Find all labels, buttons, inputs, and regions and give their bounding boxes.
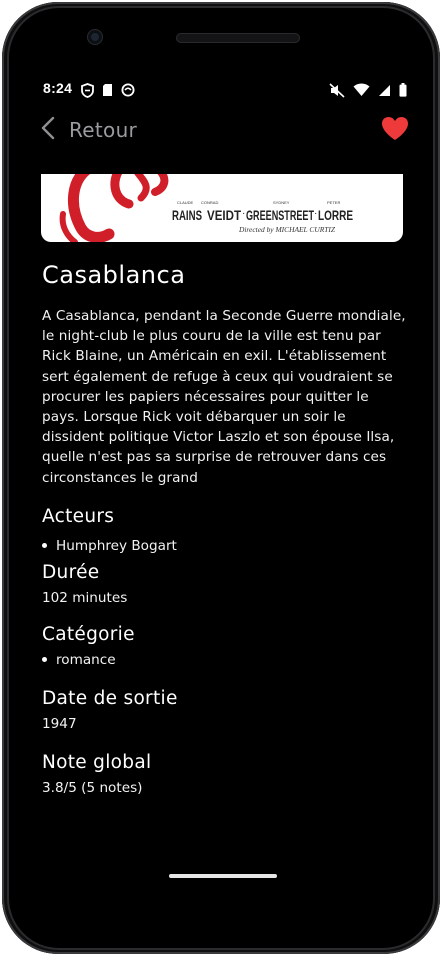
duration-heading: Durée — [42, 561, 100, 583]
movie-details: Casablanca A Casablanca, pendant la Seco… — [42, 258, 406, 798]
actor-name: Humphrey Bogart — [56, 537, 177, 554]
back-label: Retour — [69, 118, 138, 142]
wifi-icon — [353, 83, 370, 97]
status-left-icons — [81, 82, 135, 98]
duration-value: 102 minutes — [42, 589, 128, 606]
poster-credit-first-4: PETER — [327, 200, 340, 205]
phone-frame: 8:24 Retour CLAUDE CONRAD SYDNEY PETER R… — [2, 2, 440, 954]
poster-director-credit: Directed by MICHAEL CURTIZ — [238, 226, 335, 234]
mute-icon — [329, 82, 345, 98]
poster-artwork: CLAUDE CONRAD SYDNEY PETER RAINS VEIDT G… — [59, 174, 353, 242]
bullet-icon — [42, 657, 47, 663]
battery-icon — [399, 83, 407, 97]
earpiece-speaker — [176, 33, 300, 43]
actors-heading: Acteurs — [42, 505, 115, 527]
shield-icon — [81, 82, 94, 98]
movie-title: Casablanca — [42, 261, 186, 289]
poster-credit-first-2: CONRAD — [201, 200, 218, 205]
poster-credit-name-1: RAINS — [172, 207, 202, 223]
category-heading: Catégorie — [42, 623, 135, 645]
category-name: romance — [56, 651, 116, 668]
poster-credit-name-3: GREENSTREET — [246, 207, 314, 223]
front-camera — [88, 30, 102, 44]
heart-icon — [381, 116, 409, 145]
svg-text:·: · — [314, 208, 317, 219]
app-screen: 8:24 Retour CLAUDE CONRAD SYDNEY PETER R… — [19, 68, 429, 906]
poster-credit-name-2: VEIDT — [207, 207, 241, 223]
bullet-icon — [42, 543, 47, 549]
rating-heading: Note global — [42, 751, 152, 773]
rating-value: 3.8/5 (5 notes) — [42, 779, 143, 796]
sd-card-icon — [102, 83, 113, 97]
back-button[interactable]: Retour — [41, 112, 137, 148]
home-indicator[interactable] — [169, 874, 277, 878]
actor-list-item: Humphrey Bogart — [42, 536, 406, 556]
movie-synopsis: A Casablanca, pendant la Seconde Guerre … — [42, 308, 406, 486]
movie-poster: CLAUDE CONRAD SYDNEY PETER RAINS VEIDT G… — [41, 174, 403, 242]
status-bar: 8:24 — [19, 78, 429, 102]
poster-credit-first-3: SYDNEY — [273, 200, 290, 205]
status-time: 8:24 — [43, 80, 73, 96]
favorite-button[interactable] — [379, 114, 411, 146]
poster-credit-first-1: CLAUDE — [177, 200, 194, 205]
poster-credit-name-4: LORRE — [318, 207, 353, 223]
svg-text:·: · — [207, 208, 210, 219]
app-notification-icon — [121, 83, 135, 97]
release-heading: Date de sortie — [42, 687, 178, 709]
category-list-item: romance — [42, 650, 406, 670]
top-app-bar: Retour — [19, 110, 429, 150]
svg-text:·: · — [242, 208, 245, 219]
status-right-icons — [329, 82, 407, 98]
signal-icon — [378, 84, 391, 97]
chevron-left-icon — [41, 116, 55, 144]
release-value: 1947 — [42, 715, 77, 732]
